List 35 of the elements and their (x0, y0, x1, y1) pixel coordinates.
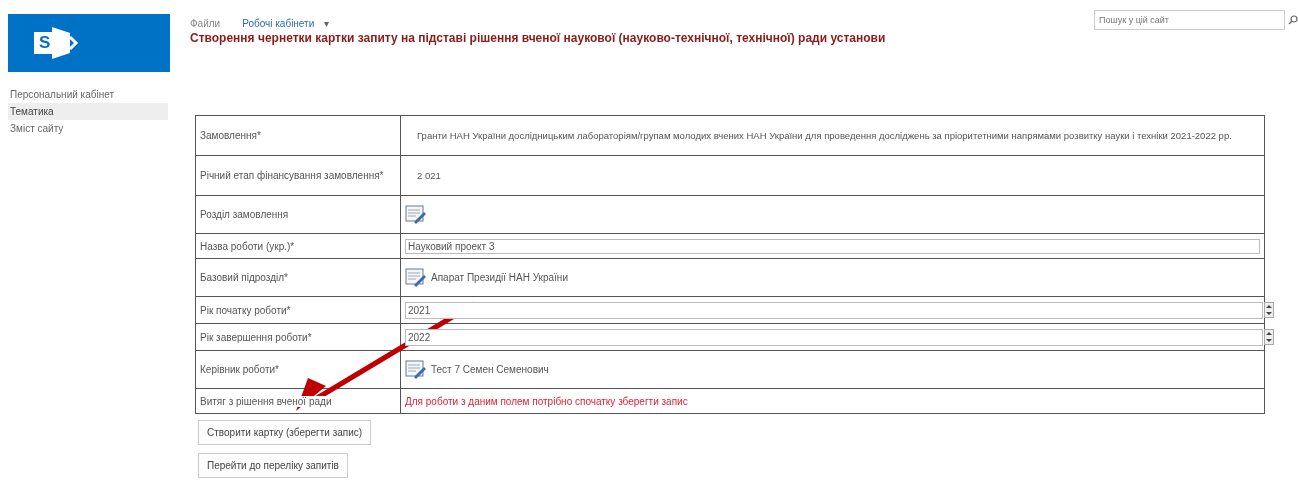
address-book-icon[interactable] (405, 204, 427, 225)
address-book-icon[interactable] (405, 267, 427, 288)
page-title: Створення чернетки картки запиту на підставі рішення вченої наукової (науково-технічної, технічної) ради установи (190, 31, 887, 45)
error-message: Для роботи з даним полем потрібно спочатку зберегти запис (405, 395, 688, 407)
form-button[interactable]: Створити картку (зберегти запис) (198, 420, 372, 445)
field-label: Назва роботи (укр.)* (200, 240, 295, 252)
field-value: 2 021 (416, 170, 442, 181)
search-icon (1288, 15, 1298, 25)
field-value: Тест 7 Семен Семенович (431, 364, 549, 375)
logo-letter: S (39, 33, 51, 53)
sidebar-item[interactable]: Персональний кабінет (8, 86, 168, 103)
text-input[interactable]: Науковий проект 3 (405, 238, 1260, 254)
search-field[interactable]: Пошук у цій сайт (1094, 10, 1285, 30)
field-label: Річний етап фінансування замовлення* (200, 170, 384, 181)
dropdown-glyph[interactable]: ▾ (324, 18, 330, 29)
number-input[interactable]: 2021 (405, 301, 1263, 319)
field-value: Апарат Президії НАН України (431, 272, 568, 283)
field-value: Гранти НАН України дослідницьким лабораторіям/групам молодих вчених НАН України для проведення досліджень за пріоритетними напрямами розвитку науки і техніки 2021-2022 рр. (416, 130, 1233, 141)
sidebar-item[interactable]: Зміст сайту (8, 120, 168, 137)
sidebar-item[interactable]: Тематика (8, 103, 168, 120)
field-label: Базовий підрозділ* (200, 272, 288, 283)
site-logo[interactable]: S (8, 14, 170, 72)
field-label: Рік завершення роботи* (200, 331, 312, 343)
field-label: Керівник роботи* (200, 364, 279, 375)
breadcrumb-link[interactable]: Файли (190, 18, 221, 29)
spinner-arrows-icon[interactable] (1264, 329, 1274, 345)
address-book-icon[interactable] (405, 359, 427, 380)
field-label: Замовлення* (200, 130, 261, 141)
field-label: Витяг з рішення вченої ради (200, 395, 332, 407)
spinner-arrows-icon[interactable] (1264, 302, 1274, 318)
field-label: Рік початку роботи* (200, 304, 291, 316)
number-input[interactable]: 2022 (405, 328, 1263, 346)
form-button[interactable]: Перейти до переліку запитів (198, 453, 348, 478)
breadcrumb-link[interactable]: Робочі кабінети (242, 18, 315, 29)
field-label: Розділ замовлення (200, 209, 289, 220)
